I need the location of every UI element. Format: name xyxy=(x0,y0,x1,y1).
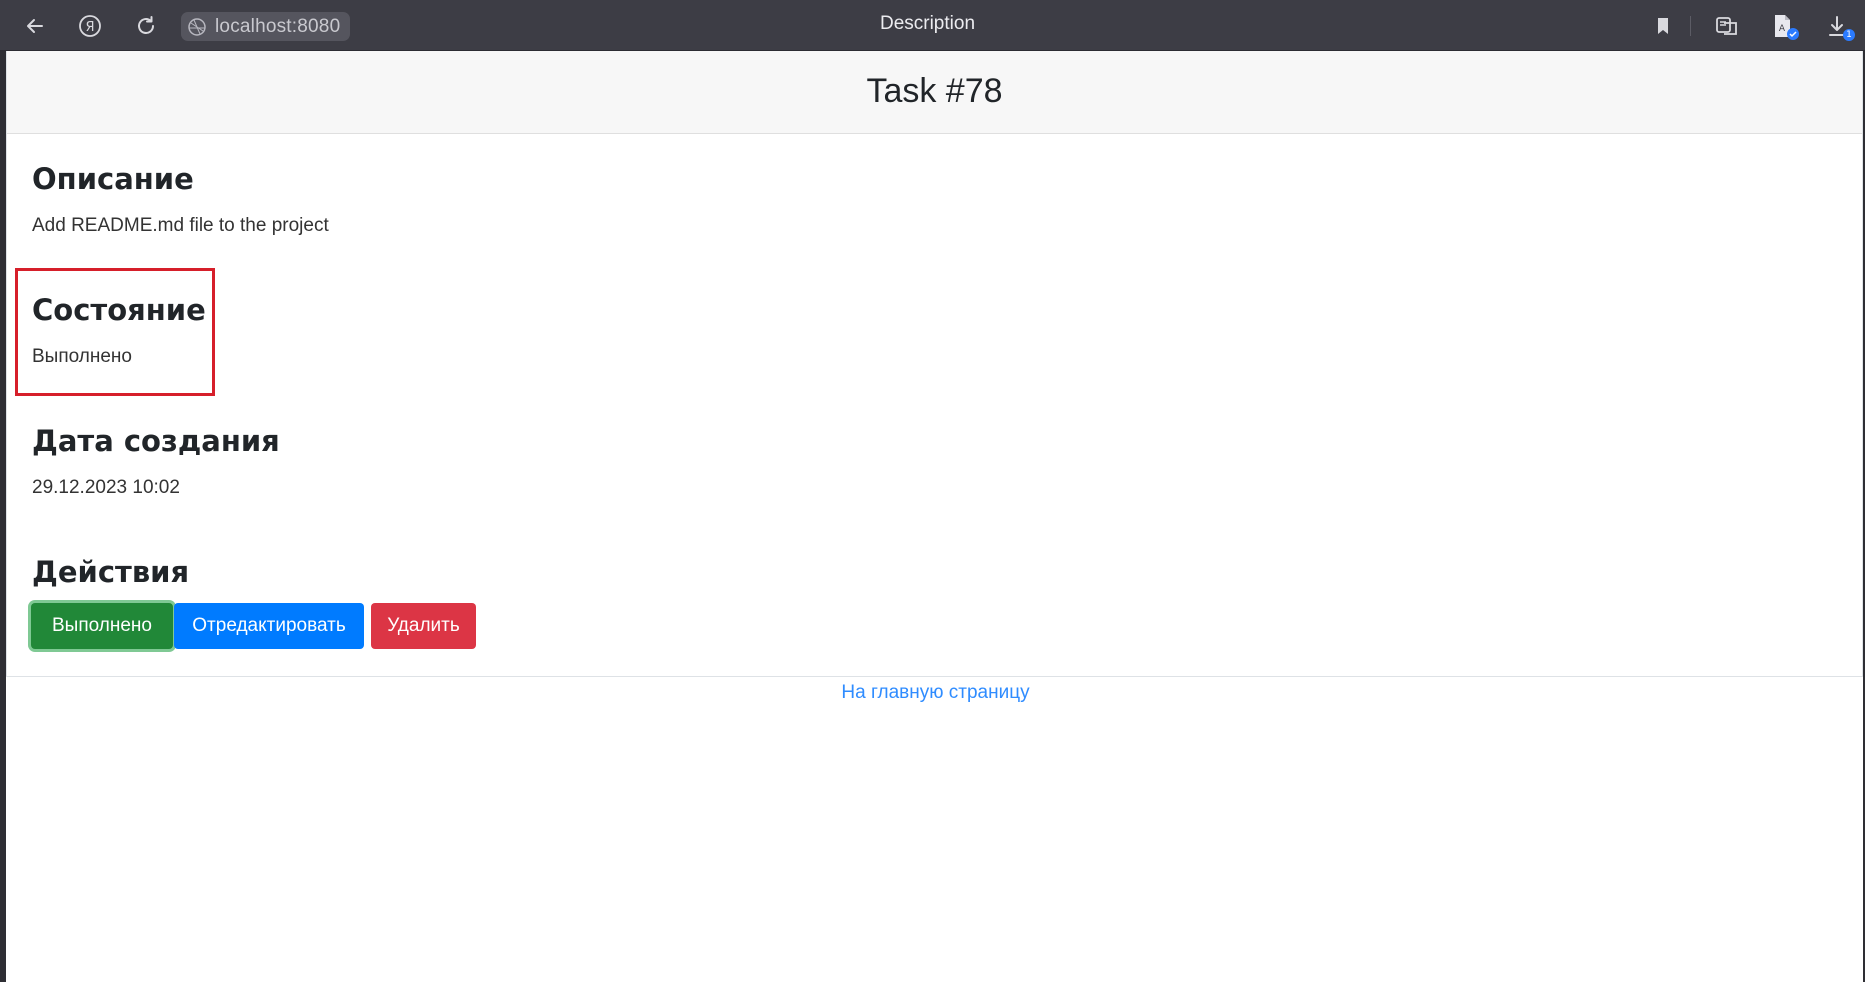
home-link-container: На главную страницу xyxy=(0,682,1865,704)
description-value: Add README.md file to the project xyxy=(32,215,329,236)
svg-text:A: A xyxy=(1779,24,1786,34)
downloads-icon[interactable]: 1 xyxy=(1822,11,1855,41)
toolbar-separator xyxy=(1690,16,1691,36)
status-value: Выполнено xyxy=(32,346,132,367)
mark-done-button[interactable]: Выполнено xyxy=(31,603,173,649)
created-date-heading: Дата создания xyxy=(32,424,280,458)
card-header: Task #78 xyxy=(7,51,1862,134)
tab-title: Description xyxy=(879,13,976,34)
downloads-count-badge: 1 xyxy=(1843,29,1855,41)
reader-mode-icon[interactable] xyxy=(1712,11,1742,41)
status-heading: Состояние xyxy=(32,293,206,327)
actions-heading: Действия xyxy=(32,555,190,589)
page-title: Task #78 xyxy=(866,71,1003,110)
bookmark-icon[interactable] xyxy=(1648,11,1678,41)
task-card: Task #78 Описание Add README.md file to … xyxy=(6,51,1863,677)
status-highlight-box xyxy=(15,268,215,396)
edit-button[interactable]: Отредактировать xyxy=(174,603,364,649)
browser-toolbar: Я localhost:8080 Description A 1 xyxy=(0,0,1865,51)
home-link[interactable]: На главную страницу xyxy=(841,682,1029,703)
delete-button[interactable]: Удалить xyxy=(371,603,476,649)
created-date-value: 29.12.2023 10:02 xyxy=(32,477,180,498)
check-badge-icon xyxy=(1787,28,1799,40)
description-heading: Описание xyxy=(32,162,194,196)
document-extension-icon[interactable]: A xyxy=(1767,11,1799,41)
